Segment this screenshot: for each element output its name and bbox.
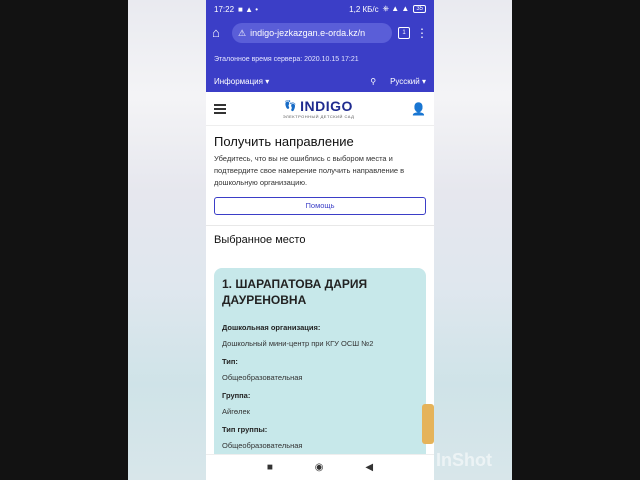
status-bar: 17:22 ■ ▲ • 1,2 КБ/с ⎈ ▲ ▲ 35 [206,0,434,18]
selected-place-heading: Выбранное место [214,234,306,246]
info-menu[interactable]: Информация ▾ [214,77,269,86]
logo-subtitle: ЭЛЕКТРОННЫЙ ДЕТСКИЙ САД [282,114,355,119]
url-text: indigo-jezkazgan.e-orda.kz/n [250,28,366,38]
logo[interactable]: 👣 INDIGO ЭЛЕКТРОННЫЙ ДЕТСКИЙ САД [283,98,355,119]
divider [206,225,434,226]
recents-button-icon[interactable]: ■ [267,462,273,473]
feet-icon: 👣 [284,100,298,112]
notification-icons: ■ ▲ • [238,4,259,14]
net-speed: 1,2 КБ/с [349,4,379,14]
field-value: Айгөлек [222,407,250,416]
android-nav-bar: ■ ◉ ◀ [206,454,434,480]
site-header: 👣 INDIGO ЭЛЕКТРОННЫЙ ДЕТСКИЙ САД 👤 [206,92,434,126]
field-value: Общеобразовательная [222,441,303,450]
watermark: InShot [436,450,492,470]
signal-icon: ⎈ ▲ ▲ [382,4,410,13]
location-icon[interactable]: ⚲ [370,77,376,86]
browser-toolbar: ⌂ ⚠ indigo-jezkazgan.e-orda.kz/n 1 ⋮ [206,18,434,48]
tabs-button[interactable]: 1 [398,27,410,39]
main-content: Получить направление Убедитесь, что вы н… [206,134,434,468]
battery-icon: 35 [413,5,426,13]
field-label: Тип: [222,357,238,366]
phone-screen: 17:22 ■ ▲ • 1,2 КБ/с ⎈ ▲ ▲ 35 ⌂ ⚠ indigo… [206,0,434,480]
hamburger-icon[interactable] [214,102,226,116]
background-left-blur [128,0,206,480]
background-right-dark [512,0,640,480]
background-right-blur [434,0,512,480]
help-button[interactable]: Помощь [214,197,426,215]
field-label: Тип группы: [222,425,268,434]
field-value: Общеобразовательная [222,373,303,382]
url-field[interactable]: ⚠ indigo-jezkazgan.e-orda.kz/n [232,23,392,43]
background-left-dark [0,0,128,480]
page-title: Получить направление [214,134,354,149]
field-label: Дошкольная организация: [222,323,321,332]
field-label: Группа: [222,391,251,400]
field-value: Дошкольный мини-центр при КГУ ОСШ №2 [222,339,374,348]
clock: 17:22 [214,4,235,14]
home-icon[interactable]: ⌂ [212,26,226,40]
home-button-icon[interactable]: ◉ [315,462,324,473]
warning-icon: ⚠ [238,27,247,38]
info-bar: Информация ▾ ⚲ Русский ▾ [206,70,434,92]
user-icon[interactable]: 👤 [411,102,426,116]
selected-place-card: 1. ШАРАПАТОВА ДАРИЯ ДАУРЕНОВНА Дошкольна… [214,268,426,468]
back-button-icon[interactable]: ◀ [365,462,373,473]
decorative-illustration [422,404,434,444]
page-description: Убедитесь, что вы не ошиблись с выбором … [214,154,405,187]
menu-icon[interactable]: ⋮ [416,27,428,39]
language-select[interactable]: Русский ▾ [390,77,426,86]
server-time: Эталонное время сервера: 2020.10.15 17:2… [206,48,434,70]
card-title: 1. ШАРАПАТОВА ДАРИЯ ДАУРЕНОВНА [222,277,368,307]
